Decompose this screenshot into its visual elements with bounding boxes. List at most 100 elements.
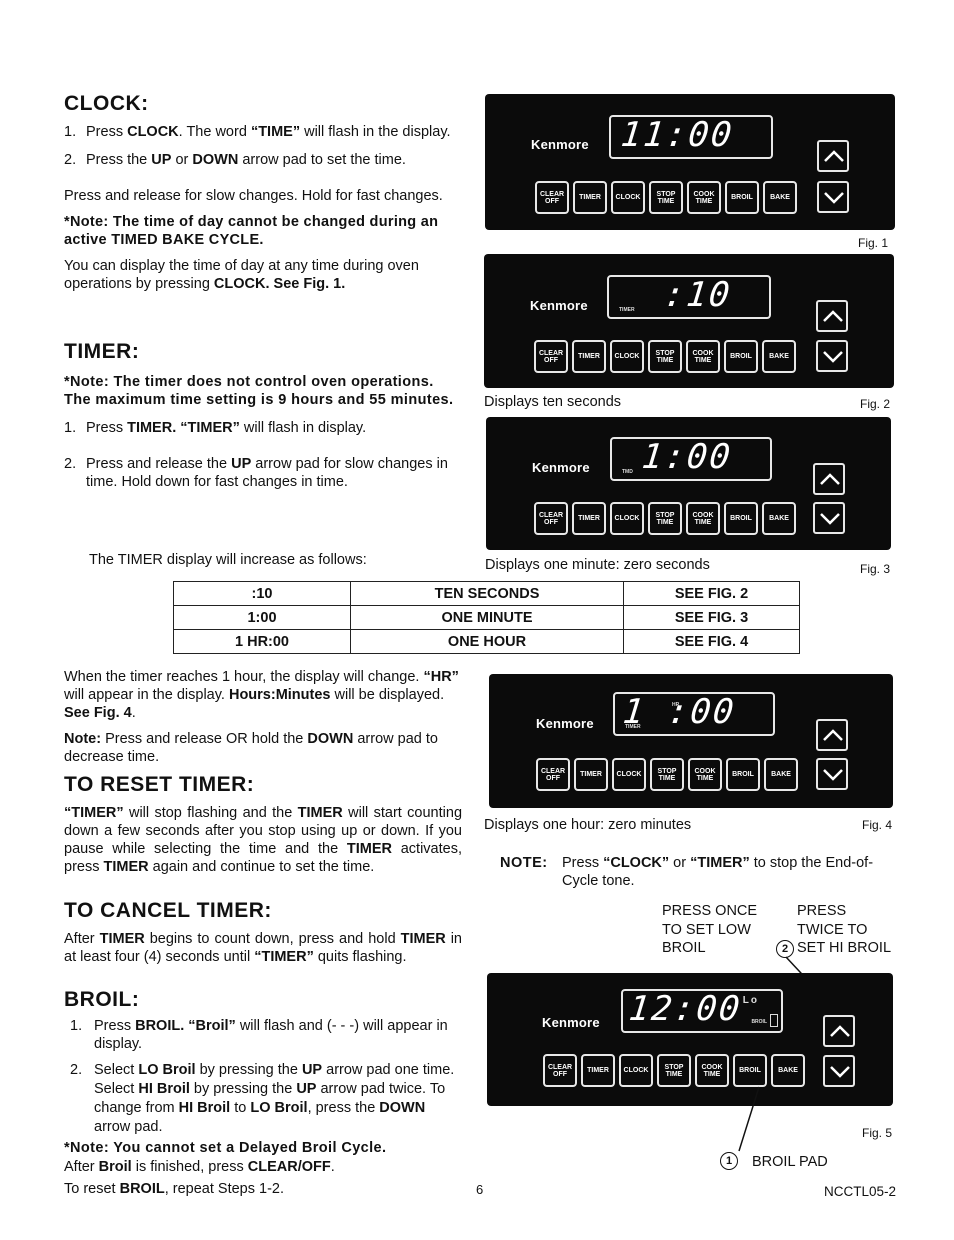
key-stop-button[interactable]: STOP TIME — [650, 758, 684, 791]
key-cook-button[interactable]: COOK TIME — [686, 502, 720, 535]
key-clear-button[interactable]: CLEAR OFF — [534, 502, 568, 535]
key-label: BAKE — [769, 515, 789, 522]
timer-increase-intro: The TIMER display will increase as follo… — [89, 552, 367, 568]
key-timer-button[interactable]: TIMER — [574, 758, 608, 791]
up-arrow-button[interactable] — [823, 1015, 855, 1047]
up-arrow-button[interactable] — [813, 463, 845, 495]
key-label: CLEAR OFF — [539, 190, 565, 205]
key-timer-button[interactable]: TIMER — [572, 340, 606, 373]
key-label: STOP TIME — [656, 190, 676, 205]
key-clock-button[interactable]: CLOCK — [610, 340, 644, 373]
key-stop-button[interactable]: STOP TIME — [657, 1054, 691, 1087]
table-row: :10 TEN SECONDS SEE FIG. 2 — [173, 581, 800, 606]
key-stop-button[interactable]: STOP TIME — [648, 502, 682, 535]
key-label: COOK TIME — [692, 511, 714, 526]
down-arrow-button[interactable] — [823, 1055, 855, 1087]
display-digits: 1:00 — [640, 437, 735, 477]
key-cook-button[interactable]: COOK TIME — [686, 340, 720, 373]
key-clock-button[interactable]: CLOCK — [619, 1054, 653, 1087]
down-arrow-button[interactable] — [817, 181, 849, 213]
broil-note: *Note: You cannot set a Delayed Broil Cy… — [64, 1140, 387, 1156]
key-label: CLOCK — [623, 1067, 649, 1074]
key-label: CLOCK — [615, 194, 641, 201]
up-arrow-button[interactable] — [816, 300, 848, 332]
display-digits: :10 — [661, 275, 734, 315]
key-clock-button[interactable]: CLOCK — [612, 758, 646, 791]
key-timer-button[interactable]: TIMER — [572, 502, 606, 535]
key-label: CLOCK — [616, 771, 642, 778]
key-cook-button[interactable]: COOK TIME — [687, 181, 721, 214]
key-clock-button[interactable]: CLOCK — [611, 181, 645, 214]
key-label: BROIL — [730, 515, 752, 522]
key-clear-button[interactable]: CLEAR OFF — [543, 1054, 577, 1087]
key-timer-button[interactable]: TIMER — [581, 1054, 615, 1087]
key-cook-button[interactable]: COOK TIME — [695, 1054, 729, 1087]
down-arrow-button[interactable] — [813, 502, 845, 534]
key-label: BROIL — [731, 194, 753, 201]
key-broil-button[interactable]: BROIL — [733, 1054, 767, 1087]
figure-caption: Displays ten seconds — [484, 394, 622, 410]
display-window: 12:00 Lo BROIL — [621, 989, 783, 1033]
table-cell: SEE FIG. 2 — [623, 581, 800, 606]
key-label: CLEAR OFF — [538, 349, 564, 364]
table-cell: SEE FIG. 4 — [623, 629, 800, 654]
chevron-down-icon — [824, 192, 844, 204]
down-arrow-button[interactable] — [816, 758, 848, 790]
key-broil-button[interactable]: BROIL — [726, 758, 760, 791]
key-bake-button[interactable]: BAKE — [771, 1054, 805, 1087]
figure-label: Fig. 5 — [862, 1126, 893, 1140]
display-digits: 11:00 — [618, 115, 736, 155]
key-stop-button[interactable]: STOP TIME — [649, 181, 683, 214]
broil-indicator: BROIL — [751, 1019, 767, 1025]
keypad-row: CLEAR OFF TIMER CLOCK STOP TIME COOK TIME BROIL B… — [534, 502, 796, 535]
document-code: NCCTL05-2 — [824, 1184, 897, 1199]
key-cook-button[interactable]: COOK TIME — [688, 758, 722, 791]
figure-label: Fig. 2 — [860, 397, 891, 411]
control-panel-fig4: Kenmore TIMER HR 1 :00 CLEAR OFF TIMER CLOC… — [489, 674, 893, 808]
key-label: BAKE — [770, 194, 790, 201]
control-panel-fig1: Kenmore 11:00 CLEAR OFF TIMER CLOCK STOP TIME… — [485, 94, 895, 230]
key-label: BROIL — [732, 771, 754, 778]
timer-step-1: 1. Press TIMER. “TIMER” will flash in di… — [64, 420, 367, 436]
clock-step-2: 2. Press the UP or DOWN arrow pad to set… — [64, 152, 406, 168]
timer-indicator: TIMER — [619, 307, 635, 313]
chevron-up-icon — [830, 1025, 850, 1037]
key-label: CLEAR OFF — [538, 511, 564, 526]
key-label: STOP TIME — [655, 349, 675, 364]
control-panel-fig3: Kenmore TMD 1:00 CLEAR OFF TIMER CLOCK STOP T… — [486, 417, 891, 550]
key-clear-button[interactable]: CLEAR OFF — [534, 340, 568, 373]
key-stop-button[interactable]: STOP TIME — [648, 340, 682, 373]
key-timer-button[interactable]: TIMER — [573, 181, 607, 214]
figure-label: Fig. 1 — [858, 236, 889, 250]
clock-note: *Note: The time of day cannot be changed… — [64, 214, 439, 248]
key-clock-button[interactable]: CLOCK — [610, 502, 644, 535]
key-bake-button[interactable]: BAKE — [764, 758, 798, 791]
up-arrow-button[interactable] — [816, 719, 848, 751]
display-window: TMD 1:00 — [610, 437, 772, 481]
key-label: CLOCK — [614, 515, 640, 522]
key-clear-button[interactable]: CLEAR OFF — [535, 181, 569, 214]
timer-down-note: Note: Press and release OR hold the DOWN… — [64, 731, 438, 765]
table-cell: ONE HOUR — [350, 629, 624, 654]
keypad-row: CLEAR OFF TIMER CLOCK STOP TIME COOK TIME BROIL B… — [543, 1054, 805, 1087]
down-arrow-button[interactable] — [816, 340, 848, 372]
timer-increment-table: :10 TEN SECONDS SEE FIG. 2 1:00 ONE MINU… — [173, 581, 800, 654]
up-arrow-button[interactable] — [817, 140, 849, 172]
key-clear-button[interactable]: CLEAR OFF — [536, 758, 570, 791]
key-bake-button[interactable]: BAKE — [762, 502, 796, 535]
key-broil-button[interactable]: BROIL — [724, 502, 758, 535]
key-broil-button[interactable]: BROIL — [725, 181, 759, 214]
key-broil-button[interactable]: BROIL — [724, 340, 758, 373]
press-once-callout: PRESS ONCE TO SET LOW BROIL — [662, 903, 758, 956]
key-bake-button[interactable]: BAKE — [763, 181, 797, 214]
key-bake-button[interactable]: BAKE — [762, 340, 796, 373]
end-of-cycle-note: NOTE: Press “CLOCK” or “TIMER” to stop t… — [500, 855, 874, 889]
lock-indicator-icon — [770, 1014, 778, 1027]
chevron-down-icon — [823, 769, 843, 781]
key-label: COOK TIME — [692, 349, 714, 364]
callout-leader-line-1 — [738, 1086, 760, 1152]
keypad-row: CLEAR OFF TIMER CLOCK STOP TIME COOK TIME BROIL B… — [534, 340, 796, 373]
key-label: BROIL — [739, 1067, 761, 1074]
key-label: BAKE — [771, 771, 791, 778]
clock-para-display: You can display the time of day at any t… — [64, 258, 419, 292]
